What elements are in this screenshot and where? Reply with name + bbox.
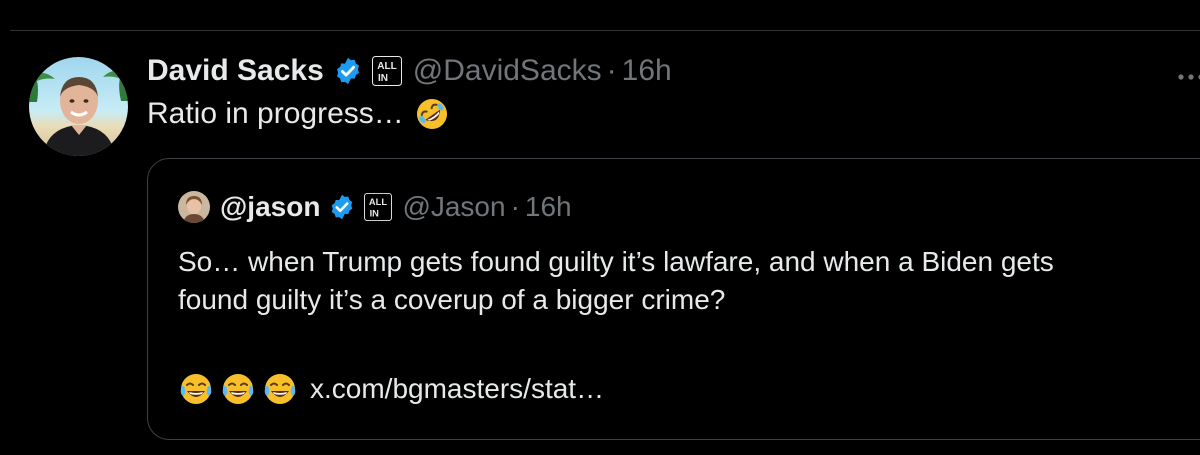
- svg-text:ALL: ALL: [369, 197, 387, 207]
- quoted-all-in-badge-icon[interactable]: ALL IN: [364, 193, 393, 221]
- tweet-text-content: Ratio in progress…: [147, 97, 404, 130]
- quoted-text-line: found guilty it’s a coverup of a bigger …: [178, 284, 726, 315]
- top-divider: [10, 30, 1200, 31]
- separator-dot: ·: [606, 54, 617, 87]
- author-avatar[interactable]: [29, 57, 128, 156]
- quoted-author-handle[interactable]: @Jason: [402, 191, 505, 223]
- face-with-tears-of-joy-emoji: [262, 371, 298, 407]
- quoted-author-avatar[interactable]: [178, 191, 210, 223]
- quoted-author-name[interactable]: @jason: [220, 191, 320, 223]
- svg-text:ALL: ALL: [377, 61, 396, 72]
- quoted-verified-badge-icon[interactable]: [328, 193, 356, 221]
- face-with-tears-of-joy-emoji: [178, 371, 214, 407]
- author-avatar-image: [29, 57, 128, 156]
- verified-badge-icon[interactable]: [333, 56, 363, 86]
- svg-text:IN: IN: [370, 208, 380, 218]
- tweet-timestamp[interactable]: 16h: [622, 54, 672, 88]
- quoted-tweet-text: So… when Trump gets found guilty it’s la…: [178, 243, 1198, 319]
- author-handle[interactable]: @DavidSacks: [413, 54, 602, 88]
- quoted-tweet-header: @jason ALL IN @Jason · 16h: [178, 189, 572, 225]
- quoted-tweet-footer: x.com/bgmasters/stat…: [178, 369, 604, 409]
- more-options-icon[interactable]: [1176, 70, 1200, 82]
- quoted-text-line: So… when Trump gets found guilty it’s la…: [178, 246, 1054, 277]
- all-in-badge-icon[interactable]: ALL IN: [371, 56, 402, 86]
- quoted-separator-dot: ·: [510, 191, 520, 222]
- quoted-tweet-card[interactable]: @jason ALL IN @Jason · 16h So… when Trum…: [147, 158, 1200, 440]
- svg-text:IN: IN: [378, 73, 388, 84]
- face-with-tears-of-joy-emoji: [220, 371, 256, 407]
- quoted-tweet-link[interactable]: x.com/bgmasters/stat…: [310, 373, 604, 405]
- quoted-tweet-timestamp[interactable]: 16h: [525, 191, 572, 223]
- author-name[interactable]: David Sacks: [147, 54, 324, 88]
- tweet-header: David Sacks ALL IN @DavidSacks · 16h: [147, 51, 672, 91]
- tweet-text: Ratio in progress…: [147, 96, 450, 132]
- rolling-on-floor-laughing-emoji: [414, 96, 450, 132]
